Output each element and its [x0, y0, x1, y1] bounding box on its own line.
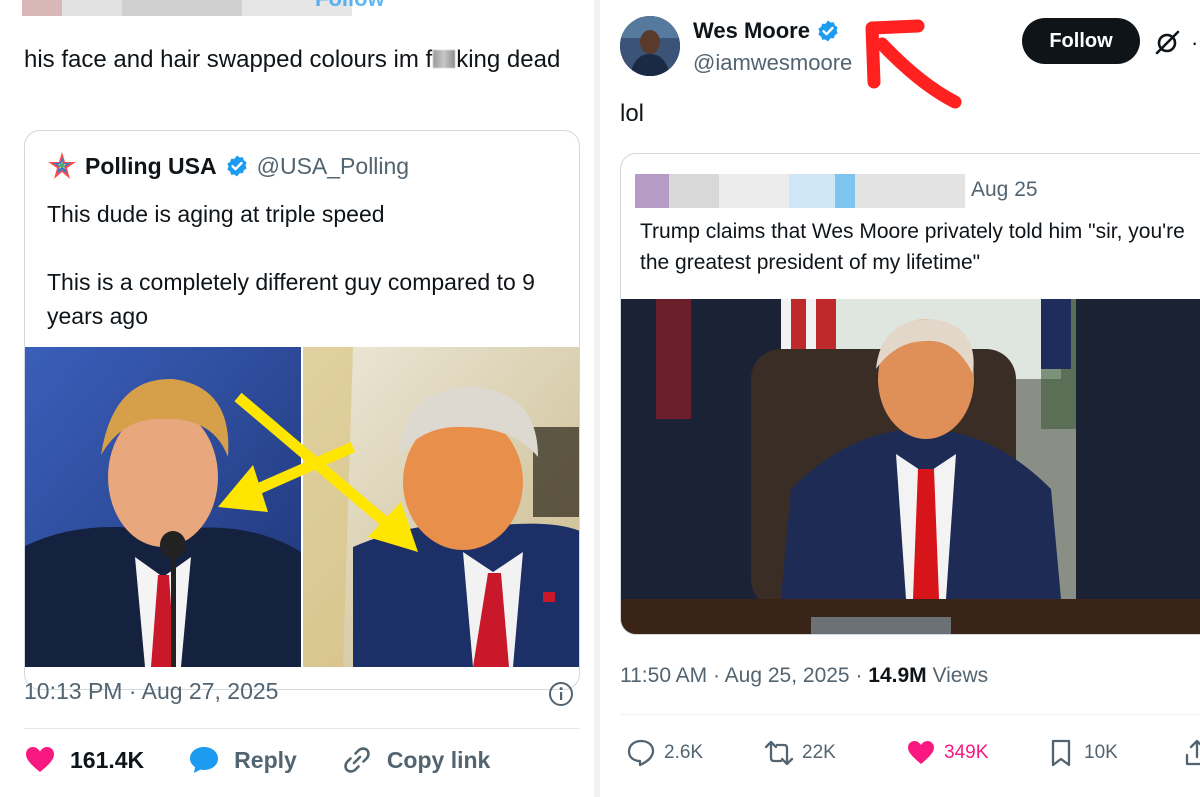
like-button[interactable]: 161.4K — [24, 744, 144, 776]
divider — [620, 714, 1200, 715]
quoted-author-handle: @USA_Polling — [256, 152, 410, 179]
post-meta: 11:50 AM · Aug 25, 2025 · 14.9M Views — [620, 664, 988, 688]
bookmark-count: 10K — [1084, 742, 1118, 763]
views-label: Views — [926, 664, 989, 687]
divider — [24, 728, 580, 729]
post-text: lol — [620, 100, 645, 127]
repost-icon — [764, 740, 794, 766]
views-count: 14.9M — [868, 664, 927, 687]
heart-icon — [26, 747, 54, 772]
info-icon[interactable] — [548, 681, 574, 707]
comparison-photo[interactable] — [24, 347, 580, 667]
like-count: 349K — [944, 742, 989, 763]
quoted-author-name: Polling USA — [85, 152, 217, 179]
reply-label: Reply — [234, 746, 297, 773]
oval-office-photo[interactable] — [621, 299, 1200, 635]
action-bar: 161.4K Reply Copy link — [24, 744, 534, 776]
censor-blur — [433, 50, 456, 68]
post-timestamp[interactable]: 10:13 PM · Aug 27, 2025 — [24, 678, 278, 705]
polling-logo-icon — [48, 152, 76, 179]
bookmark-button[interactable]: 10K — [1046, 738, 1118, 768]
speech-bubble-icon — [190, 747, 219, 773]
bookmark-icon — [1051, 739, 1071, 767]
post-text: his face and hair swapped colours im f ki… — [24, 43, 569, 77]
quoted-post-header: Polling USA @USA_Polling — [47, 151, 409, 181]
post-text-end: king dead — [456, 46, 561, 73]
reply-button[interactable]: Reply — [188, 744, 297, 776]
post-text-start: his face and hair swapped colours im f — [24, 46, 433, 73]
repost-count: 22K — [802, 742, 836, 763]
red-annotation-arrow — [865, 19, 962, 109]
copy-link-label: Copy link — [386, 746, 491, 773]
share-button[interactable] — [1182, 738, 1200, 768]
heart-icon — [908, 741, 934, 764]
verified-icon — [227, 155, 247, 177]
left-post-panel: Follow his face and hair swapped colours… — [0, 0, 594, 797]
avatar[interactable] — [620, 16, 680, 76]
reply-button[interactable]: 2.6K — [626, 738, 703, 768]
link-icon — [344, 747, 370, 773]
author-name-text: Wes Moore — [693, 18, 810, 43]
blurred-quoted-author — [635, 174, 965, 208]
quoted-post[interactable]: Aug 25 Trump claims that Wes Moore priva… — [620, 153, 1200, 635]
reply-icon — [627, 739, 655, 767]
more-icon[interactable]: · — [1191, 30, 1198, 56]
post-time[interactable]: 11:50 AM · Aug 25, 2025 · — [620, 664, 868, 687]
repost-button[interactable]: 22K — [764, 738, 836, 768]
reply-count: 2.6K — [664, 742, 704, 763]
author-name[interactable]: Wes Moore — [693, 18, 840, 44]
like-button[interactable]: 349K — [906, 738, 988, 768]
copy-link-button[interactable]: Copy link — [341, 744, 491, 776]
quoted-post-text: Trump claims that Wes Moore privately to… — [640, 220, 1185, 274]
right-post-panel: Wes Moore @iamwesmoore Follow · lol Aug … — [600, 0, 1200, 797]
quoted-post-date: Aug 25 — [971, 178, 1038, 201]
follow-button[interactable]: Follow — [1022, 18, 1140, 64]
grok-icon[interactable] — [1152, 28, 1182, 58]
author-handle[interactable]: @iamwesmoore — [693, 50, 852, 76]
verified-icon — [818, 20, 838, 42]
like-count: 161.4K — [70, 746, 145, 773]
share-icon — [1185, 739, 1200, 766]
follow-button-peek[interactable]: Follow — [315, 0, 385, 12]
quoted-post[interactable]: Polling USA @USA_Polling This dude is ag… — [24, 130, 580, 690]
quoted-post-text: This dude is aging at triple speed This … — [47, 201, 535, 329]
